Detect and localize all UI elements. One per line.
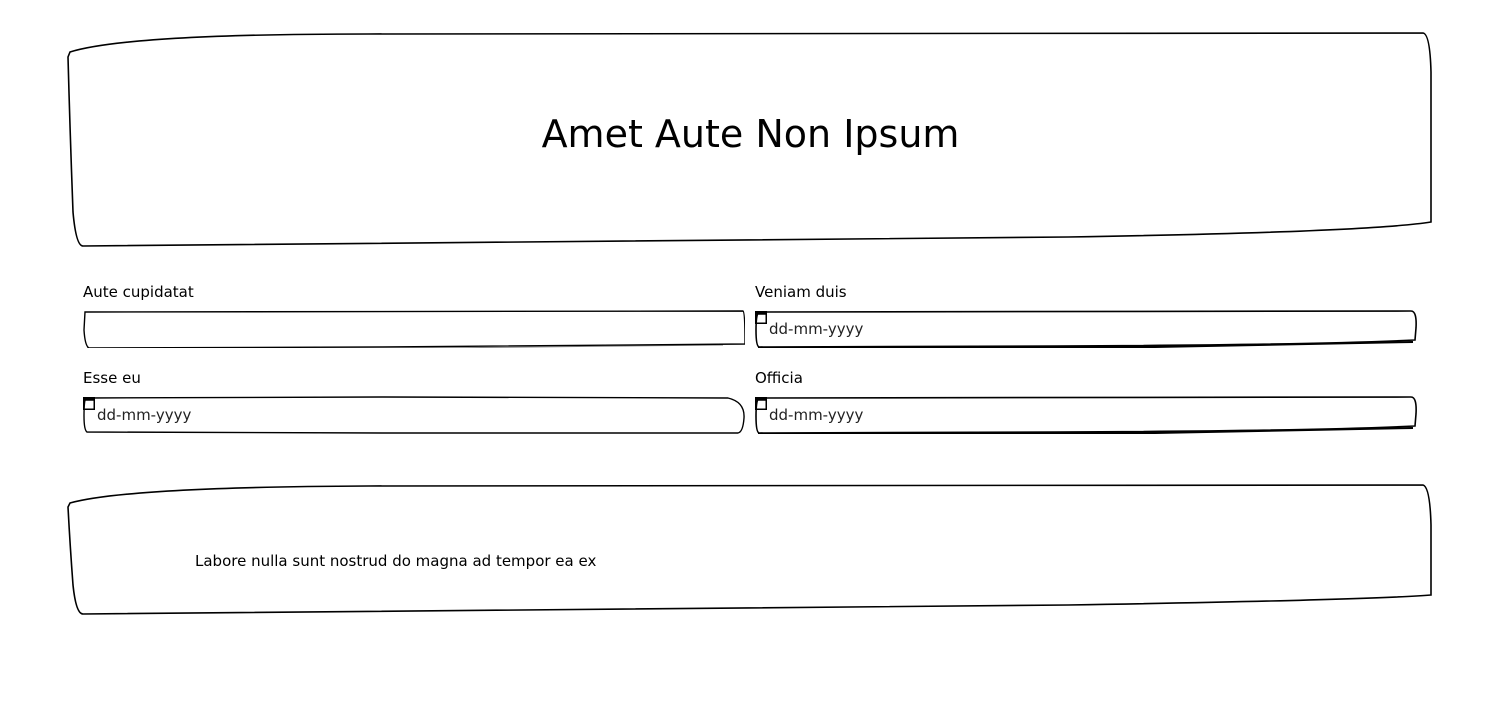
form-field-esse-eu: Esse eu dd-mm-yyyy	[83, 369, 745, 434]
footer-border	[67, 484, 1432, 615]
page-title: Amet Aute Non Ipsum	[541, 112, 960, 156]
header-banner: Amet Aute Non Ipsum	[67, 32, 1433, 248]
form-field-aute-cupidatat: Aute cupidatat	[83, 283, 745, 348]
field-label: Veniam duis	[755, 283, 847, 301]
footer-text: Labore nulla sunt nostrud do magna ad te…	[195, 552, 597, 570]
form-field-veniam-duis: Veniam duis dd-mm-yyyy	[755, 283, 1417, 348]
field-value: dd-mm-yyyy	[769, 320, 864, 338]
field-label: Aute cupidatat	[83, 283, 194, 301]
veniam-duis-date-input[interactable]: dd-mm-yyyy	[755, 310, 1417, 348]
field-value: dd-mm-yyyy	[769, 406, 864, 424]
officia-date-input[interactable]: dd-mm-yyyy	[755, 396, 1417, 434]
aute-cupidatat-input[interactable]	[83, 310, 745, 348]
field-value: dd-mm-yyyy	[97, 406, 192, 424]
field-label: Esse eu	[83, 369, 141, 387]
calendar-icon[interactable]	[755, 310, 767, 324]
input-border	[83, 310, 745, 348]
calendar-icon[interactable]	[755, 396, 767, 410]
field-label: Officia	[755, 369, 803, 387]
form-field-officia: Officia dd-mm-yyyy	[755, 369, 1417, 434]
esse-eu-date-input[interactable]: dd-mm-yyyy	[83, 396, 745, 434]
page: Amet Aute Non Ipsum Aute cupidatat Venia…	[0, 0, 1500, 720]
footer-panel: Labore nulla sunt nostrud do magna ad te…	[67, 484, 1433, 615]
calendar-icon[interactable]	[83, 396, 95, 410]
